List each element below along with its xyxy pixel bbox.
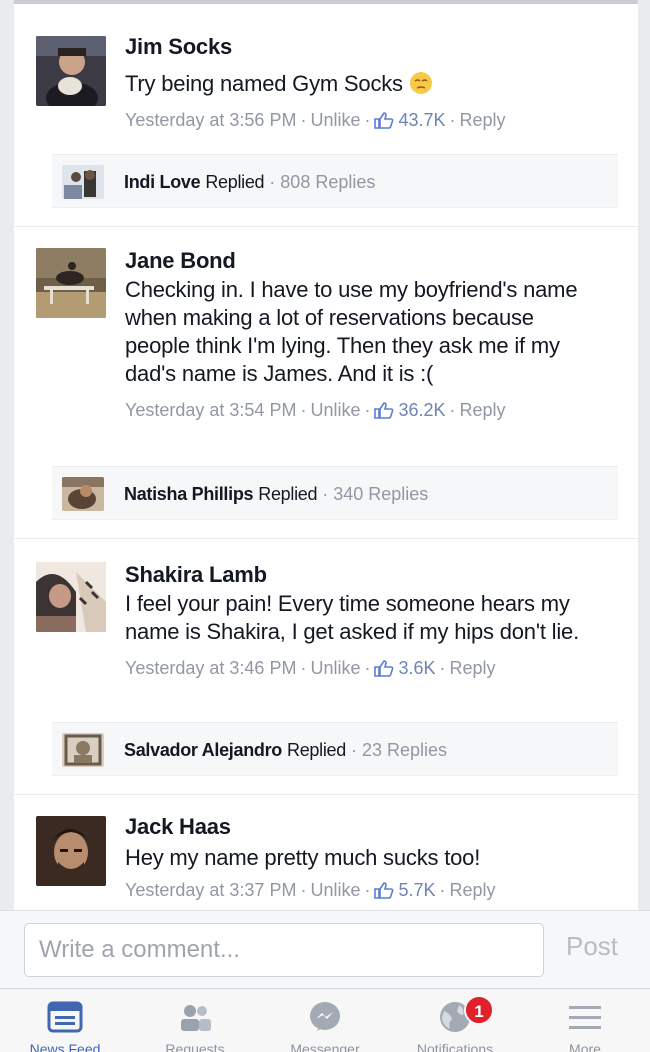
avatar[interactable] [36, 248, 106, 318]
thumbs-up-icon [374, 660, 394, 677]
unlike-link[interactable]: Unlike [310, 658, 360, 678]
replier-name[interactable]: Natisha Phillips [124, 484, 254, 504]
replies-summary: Natisha Phillips Replied · 340 Replies [124, 484, 429, 504]
unlike-link[interactable]: Unlike [310, 110, 360, 130]
replies-preview[interactable]: Natisha Phillips Replied · 340 Replies [52, 466, 618, 520]
unlike-link[interactable]: Unlike [310, 880, 360, 900]
comment-text-body: Try being named Gym Socks [125, 71, 403, 96]
comment-author[interactable]: Jack Haas [125, 814, 616, 840]
avatar[interactable] [36, 562, 106, 632]
news-feed-icon [47, 1001, 83, 1033]
thumbs-up-icon [374, 882, 394, 899]
avatar [62, 477, 104, 511]
comment-meta: Yesterday at 3:54 PM · Unlike · 36.2K · Reply [125, 400, 506, 420]
comment-feed[interactable]: Jim Socks Try being named Gym Socks Yest… [14, 4, 638, 910]
divider [14, 226, 638, 227]
comment-meta: Yesterday at 3:46 PM · Unlike · 3.6K · Reply [125, 658, 496, 678]
replies-summary: Indi Love Replied · 808 Replies [124, 172, 376, 192]
reply-count[interactable]: 23 Replies [362, 740, 447, 760]
comment-input[interactable] [24, 923, 544, 977]
replies-preview[interactable]: Indi Love Replied · 808 Replies [52, 154, 618, 208]
tab-label: News Feed [29, 1041, 101, 1052]
reply-link[interactable]: Reply [450, 880, 496, 900]
replies-preview[interactable]: Salvador Alejandro Replied · 23 Replies [52, 722, 618, 776]
tab-notifications[interactable]: 1 Notifications [390, 989, 520, 1052]
avatar [62, 733, 104, 767]
timestamp: Yesterday at 3:46 PM [125, 658, 297, 678]
comment-meta: Yesterday at 3:56 PM · Unlike · 43.7K · Reply [125, 110, 506, 130]
avatar [62, 165, 104, 199]
divider [14, 538, 638, 539]
unlike-link[interactable]: Unlike [310, 400, 360, 420]
left-gutter [0, 0, 14, 910]
pensive-face-emoji [409, 72, 432, 94]
comment-text: Hey my name pretty much sucks too! [125, 845, 481, 870]
reply-count[interactable]: 808 Replies [280, 172, 375, 192]
messenger-icon [310, 1002, 340, 1031]
thumbs-up-icon [374, 402, 394, 419]
divider [14, 794, 638, 795]
tab-label: Messenger [290, 1041, 360, 1052]
reply-link[interactable]: Reply [460, 110, 506, 130]
timestamp: Yesterday at 3:54 PM [125, 400, 297, 420]
bottom-tab-bar: News Feed Requests Messenger 1 Notificat… [0, 988, 650, 1052]
friend-requests-icon [181, 1005, 211, 1031]
comment-text: I feel your pain! Every time someone hea… [125, 591, 579, 644]
notification-badge: 1 [464, 995, 494, 1025]
thumbs-up-icon [374, 112, 394, 129]
like-count[interactable]: 36.2K [398, 400, 445, 420]
timestamp: Yesterday at 3:37 PM [125, 880, 297, 900]
tab-requests[interactable]: Requests [130, 989, 260, 1052]
replies-summary: Salvador Alejandro Replied · 23 Replies [124, 740, 448, 760]
replier-name[interactable]: Indi Love [124, 172, 201, 192]
reply-link[interactable]: Reply [460, 400, 506, 420]
avatar[interactable] [36, 36, 106, 106]
comment-author[interactable]: Jim Socks [125, 34, 616, 60]
reply-count[interactable]: 340 Replies [333, 484, 428, 504]
replied-label: Replied [258, 484, 318, 504]
replier-name[interactable]: Salvador Alejandro [124, 740, 282, 760]
tab-more[interactable]: More [520, 989, 650, 1052]
comments-screen: Jim Socks Try being named Gym Socks Yest… [0, 0, 650, 1052]
tab-label: Notifications [416, 1041, 494, 1052]
post-button[interactable]: Post [566, 931, 618, 962]
right-gutter [638, 0, 650, 910]
comment-author[interactable]: Shakira Lamb [125, 562, 616, 588]
like-count[interactable]: 3.6K [398, 658, 435, 678]
tab-news-feed[interactable]: News Feed [0, 989, 130, 1052]
comment-text: Checking in. I have to use my boyfriend'… [125, 277, 578, 386]
comment-text: Try being named Gym Socks [125, 70, 616, 98]
like-count[interactable]: 43.7K [398, 110, 445, 130]
timestamp: Yesterday at 3:56 PM [125, 110, 297, 130]
replied-label: Replied [205, 172, 265, 192]
reply-link[interactable]: Reply [450, 658, 496, 678]
comment-composer: Post [0, 910, 650, 988]
hamburger-menu-icon [569, 1006, 601, 1029]
tab-messenger[interactable]: Messenger [260, 989, 390, 1052]
like-count[interactable]: 5.7K [398, 880, 435, 900]
comment-meta: Yesterday at 3:37 PM · Unlike · 5.7K · Reply [125, 880, 496, 900]
avatar[interactable] [36, 816, 106, 886]
tab-label: Requests [165, 1041, 225, 1052]
comment-author[interactable]: Jane Bond [125, 248, 616, 274]
tab-label: More [569, 1041, 601, 1052]
replied-label: Replied [287, 740, 346, 760]
